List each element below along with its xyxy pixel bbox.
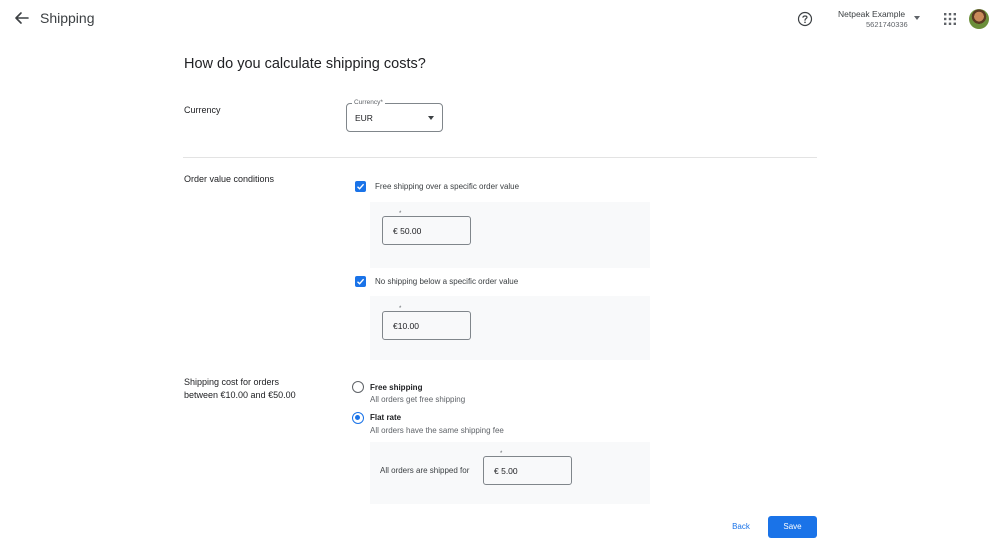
required-mark: * [399,211,402,217]
save-button[interactable]: Save [768,516,817,538]
no-shipping-threshold-value: €10.00 [393,321,419,331]
currency-field-label: Currency* [352,99,385,106]
top-app-bar: Shipping Netpeak Example 5621740336 [0,0,1000,38]
help-icon[interactable] [796,10,814,28]
account-name: Netpeak Example [838,9,906,19]
chevron-down-icon[interactable] [914,16,920,20]
flat-rate-label: All orders are shipped for [380,466,470,475]
required-mark: * [500,451,503,457]
currency-value: EUR [355,113,373,123]
flat-rate-option-description: All orders have the same shipping fee [370,426,504,435]
flat-rate-radio[interactable] [352,412,364,424]
free-shipping-threshold-value: € 50.00 [393,226,422,236]
free-shipping-option-description: All orders get free shipping [370,395,466,404]
divider [183,157,817,158]
account-switcher[interactable]: Netpeak Example 5621740336 [838,9,910,29]
check-icon [357,278,365,285]
page-title: Shipping [40,10,95,26]
free-shipping-checkbox[interactable] [355,181,366,192]
check-icon [357,183,365,190]
currency-section-label: Currency [184,105,221,115]
apps-grid-icon[interactable] [944,13,956,25]
arrow-back-icon[interactable] [12,8,32,28]
order-conditions-section-label: Order value conditions [184,174,275,184]
free-shipping-radio[interactable] [352,381,364,393]
free-shipping-label: Free shipping over a specific order valu… [375,182,520,191]
flat-rate-option-title: Flat rate [370,413,402,422]
avatar[interactable] [969,9,989,29]
no-shipping-label: No shipping below a specific order value [375,277,519,286]
no-shipping-checkbox[interactable] [355,276,366,287]
required-mark: * [399,306,402,312]
form-heading: How do you calculate shipping costs? [184,56,426,72]
flat-rate-value: € 5.00 [494,466,518,476]
account-id: 5621740336 [866,20,908,29]
shipping-cost-section-label: Shipping cost for orders between €10.00 … [184,377,296,400]
back-button[interactable]: Back [724,517,758,537]
dropdown-arrow-icon[interactable] [428,116,434,120]
free-shipping-option-title: Free shipping [370,383,423,392]
